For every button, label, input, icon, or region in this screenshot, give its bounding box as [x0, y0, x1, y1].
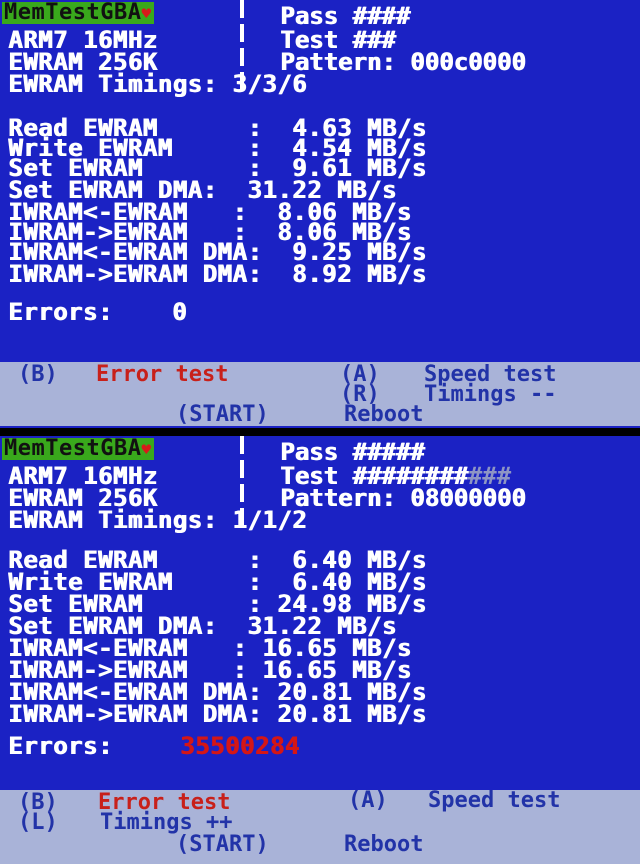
- pass-counter: Pass #####: [280, 438, 425, 466]
- controls-footer: (B) Error test (A) Speed test (R) Timing…: [0, 362, 640, 426]
- error-test-action[interactable]: Error test: [96, 364, 228, 386]
- l-key-hint[interactable]: (L): [18, 812, 58, 834]
- memtest-screen-2: MemTestGBA♥ Pass ##### ARM7 16MHz Test #…: [0, 436, 640, 864]
- a-key-hint[interactable]: (A): [348, 790, 388, 812]
- result-iwram-to-ewram-dma: IWRAM->EWRAM DMA: 20.81 MB/s: [8, 700, 427, 728]
- reboot-action[interactable]: Reboot: [344, 404, 423, 426]
- b-key-hint[interactable]: (B): [18, 364, 58, 386]
- memtestgba-logo: MemTestGBA♥: [2, 436, 154, 461]
- memtest-screen-1: MemTestGBA♥ Pass #### ARM7 16MHz Test ##…: [0, 0, 640, 428]
- start-key-hint[interactable]: (START): [176, 834, 269, 856]
- timings-increase-action[interactable]: Timings ++: [100, 812, 232, 834]
- pass-counter: Pass ####: [280, 2, 411, 30]
- pattern-value: Pattern: 08000000: [280, 484, 526, 512]
- memtestgba-logo: MemTestGBA♥: [2, 0, 154, 25]
- pattern-value: Pattern: 000c0000: [280, 48, 526, 76]
- heart-icon: ♥: [141, 4, 152, 23]
- speed-test-action[interactable]: Speed test: [428, 790, 560, 812]
- errors-count: 35500284: [180, 732, 300, 760]
- timings-decrease-action[interactable]: Timings --: [424, 384, 556, 406]
- result-iwram-to-ewram-dma: IWRAM->EWRAM DMA: 8.92 MB/s: [8, 260, 427, 288]
- start-key-hint[interactable]: (START): [176, 404, 269, 426]
- errors-label: Errors:: [8, 298, 113, 326]
- errors-count: 0: [172, 298, 187, 326]
- ewram-timings: EWRAM Timings: 3/3/6: [8, 70, 307, 98]
- reboot-action[interactable]: Reboot: [344, 834, 423, 856]
- ewram-timings: EWRAM Timings: 1/1/2: [8, 506, 307, 534]
- controls-footer: (B) Error test (A) Speed test (L) Timing…: [0, 790, 640, 864]
- heart-icon: ♥: [141, 440, 152, 459]
- errors-label: Errors:: [8, 732, 113, 760]
